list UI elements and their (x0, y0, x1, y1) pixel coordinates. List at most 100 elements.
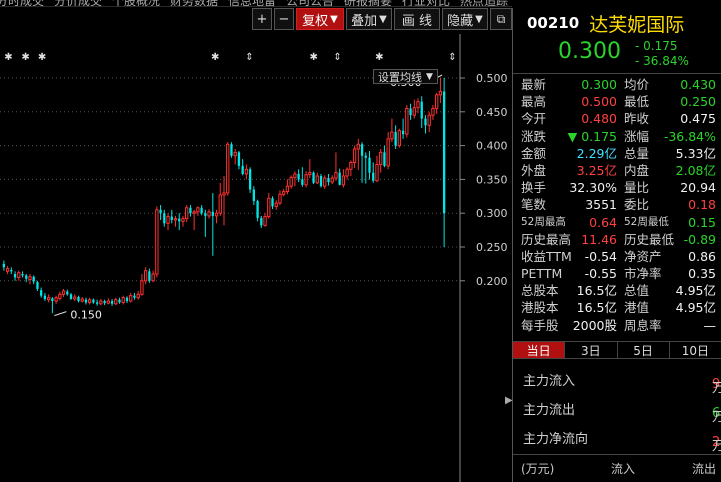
quote-label: 换手 (521, 180, 547, 196)
candle-body-up (136, 293, 140, 299)
candle-body-down (125, 297, 129, 302)
candle-body-down (327, 178, 330, 183)
candle-body-up (233, 151, 237, 157)
flow-unit: 万元 (712, 439, 721, 454)
quote-value: 0.35 (688, 266, 716, 282)
candle-body-down (420, 101, 423, 119)
top-menu-item[interactable]: 分价成交 (54, 0, 102, 6)
quote-row: 换手 32.30% 量比 20.94 (513, 179, 721, 196)
candle-body-up (304, 174, 308, 186)
ma-settings-dropdown[interactable]: 设置均线 ▼ (373, 69, 438, 84)
hide-dropdown[interactable]: 隐藏 ▼ (442, 8, 488, 30)
top-menu-item[interactable]: 行业对比 (402, 0, 450, 6)
candle-body-up (28, 276, 32, 280)
flow-row: 主力流入9311万元 (513, 363, 721, 396)
candle-body-down (163, 213, 166, 224)
stock-header: 00210 达芙妮国际 (513, 8, 721, 38)
candle-body-down (36, 282, 39, 289)
candle-body-down (237, 152, 241, 166)
quote-value: 2000股 (572, 317, 617, 333)
zoom-in-button[interactable]: + (252, 8, 272, 30)
candle-body-down (271, 198, 274, 207)
overlay-label: 叠加 (351, 13, 378, 29)
candle-body-up (334, 172, 338, 179)
candle-body-down (256, 201, 259, 218)
candle-body-up (289, 176, 293, 187)
quote-value: 5.33亿 (675, 145, 716, 161)
candle-body-up (274, 202, 278, 207)
quote-value: 0.250 (680, 94, 716, 110)
quote-panel: 00210 达芙妮国际 0.300 - 0.175 - 36.84% 最新 0.3… (512, 8, 721, 482)
candle-body-up (379, 151, 383, 166)
candle-body-up (278, 193, 282, 204)
adjust-dropdown[interactable]: 复权 ▼ (296, 8, 344, 30)
stock-name: 达芙妮国际 (589, 13, 685, 36)
kline-chart[interactable]: 0.5000.4500.4000.3500.3000.2500.2000.500… (0, 34, 512, 482)
quote-value: 20.94 (680, 180, 716, 196)
draw-line-button[interactable]: 画 线 (394, 8, 440, 30)
candle-body-up (390, 131, 394, 140)
candle-body-up (54, 297, 58, 302)
overlay-dropdown[interactable]: 叠加 ▼ (346, 8, 392, 30)
quote-value: -36.84% (663, 128, 716, 144)
candle-body-down (368, 157, 371, 173)
candle-body-down (364, 155, 367, 158)
quote-label: 总量 (624, 145, 650, 161)
quote-value: 16.5亿 (576, 300, 617, 316)
top-menu-item[interactable]: 研报摘要 (344, 0, 392, 6)
candle-body-up (192, 211, 196, 214)
low-label: 0.150 (70, 309, 102, 322)
hide-label: 隐藏 (447, 13, 474, 29)
quote-value: 0.480 (581, 111, 617, 127)
event-marker: ✱ (211, 52, 219, 63)
top-menu-item[interactable]: 热点追踪 (460, 0, 508, 6)
quote-row: 金额 2.29亿 总量 5.33亿 (513, 145, 721, 162)
y-tick-label: 0.200 (476, 275, 508, 288)
quote-label: 52周最低 (624, 215, 669, 228)
tab-period[interactable]: 当日 (513, 342, 566, 358)
candle-body-up (46, 297, 51, 301)
flow-row: 主力净流向2738万元 (513, 421, 721, 454)
quote-value: 0.86 (688, 248, 716, 264)
flow-footer: (万元) 流入 流出 (513, 454, 721, 476)
quote-label: 均价 (624, 77, 650, 92)
tab-period[interactable]: 3日 (565, 342, 618, 358)
top-menu-item[interactable]: 个股概况 (112, 0, 160, 6)
candle-body-down (51, 298, 54, 302)
candle-body-down (77, 297, 80, 302)
maximize-icon[interactable]: ⧉ (490, 8, 512, 30)
low-label-pointer (54, 311, 67, 317)
candle-body-up (308, 172, 312, 176)
candle-body-up (73, 296, 77, 300)
candle-body-down (424, 118, 427, 126)
zoom-out-button[interactable]: − (274, 8, 294, 30)
flow-out-label: 流出 (691, 462, 716, 476)
top-menu-item[interactable]: 信息地雷 (228, 0, 276, 6)
quote-label: 最高 (521, 94, 547, 110)
tab-period[interactable]: 10日 (670, 342, 721, 358)
candle-body-down (383, 152, 386, 166)
y-tick-label: 0.350 (476, 173, 508, 186)
candle-body-down (252, 189, 256, 202)
adjust-label: 复权 (302, 13, 329, 29)
candle-body-up (106, 300, 110, 304)
y-tick-label: 0.500 (476, 72, 508, 85)
top-menu-item[interactable]: 财务数据 (170, 0, 218, 6)
quote-row: 外盘 3.25亿 内盘 2.08亿 (513, 162, 721, 179)
quote-value: ▼ 0.175 (567, 128, 617, 144)
candle-body-down (200, 207, 203, 214)
top-menu-item[interactable]: 分时成交 (0, 0, 44, 6)
quote-value: 0.64 (589, 214, 617, 230)
candle-body-up (323, 177, 327, 187)
quote-value: 0.430 (680, 77, 716, 92)
quote-value: 3.25亿 (576, 162, 617, 178)
candle-body-down (211, 211, 214, 216)
candle-body-up (315, 175, 319, 184)
tab-period[interactable]: 5日 (618, 342, 670, 358)
quote-value: 2.29亿 (576, 145, 617, 161)
top-menu-item[interactable]: 公司公告 (286, 0, 334, 6)
candle-body-down (21, 274, 24, 276)
candle-body-up (173, 218, 178, 221)
candle-body-down (95, 302, 99, 304)
stock-code: 00210 (527, 14, 580, 32)
